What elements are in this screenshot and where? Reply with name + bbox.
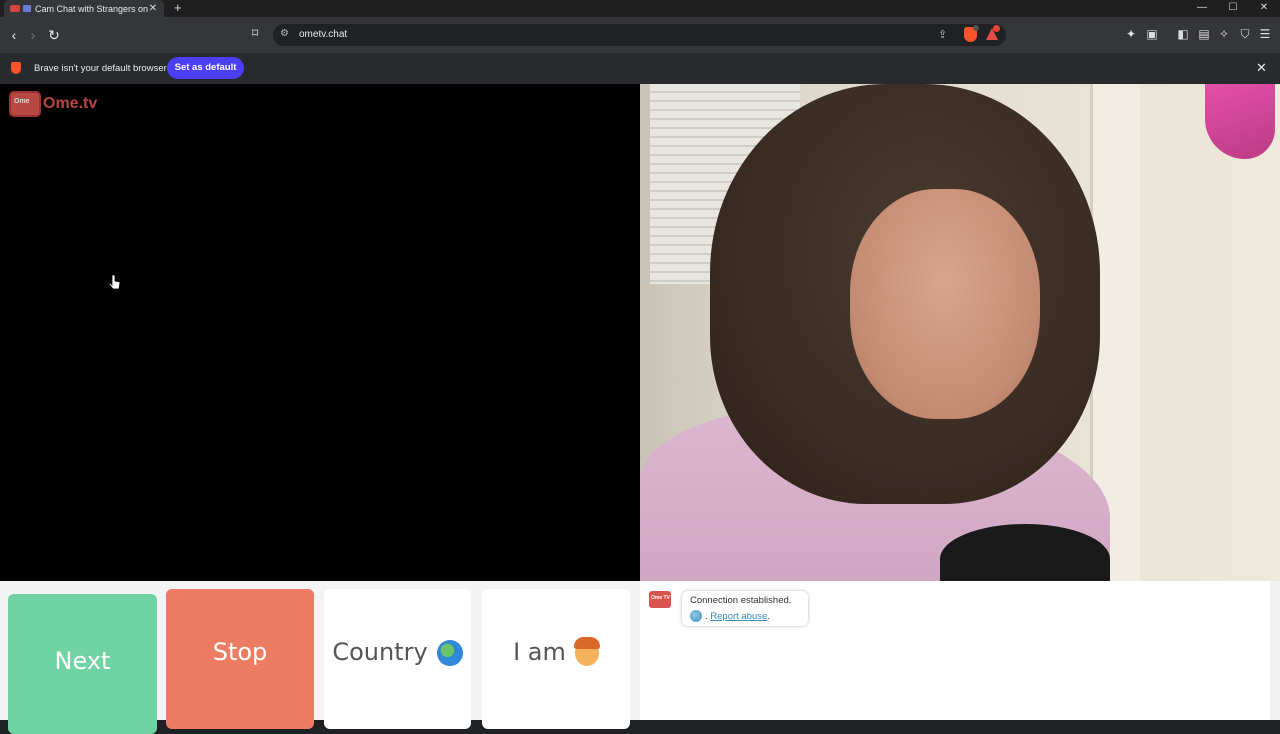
brave-lion-icon: [11, 62, 21, 74]
back-icon[interactable]: ‹: [5, 26, 23, 44]
tv-logo-text: Ome: [14, 98, 30, 105]
chat-icon-text: Ome TV: [651, 595, 670, 601]
shields-badge: [973, 25, 979, 31]
sidebar-icon[interactable]: ◧: [1175, 27, 1191, 41]
gender-label: I am: [513, 638, 566, 666]
url-text[interactable]: ometv.chat: [299, 29, 347, 40]
chat-controls: Next Stop Country I am: [0, 581, 640, 734]
extensions-icon[interactable]: ✦: [1123, 27, 1139, 41]
page-content: Ome Ome.tv Next Stop Country I am Ome TV…: [0, 84, 1280, 734]
reload-icon[interactable]: ↻: [45, 26, 63, 44]
ometv-logo[interactable]: Ome Ome.tv: [9, 91, 97, 117]
browser-toolbar: ‹ › ↻ ⌑ ⚙ ometv.chat ⇪ ✦ ▣ ◧ ▤ ✧ ⛉ ☰: [0, 17, 1280, 53]
country-label: Country: [332, 638, 428, 666]
set-as-default-button[interactable]: Set as default: [167, 57, 244, 79]
tab-title: Cam Chat with Strangers on O: [35, 3, 148, 14]
country-button[interactable]: Country: [324, 589, 471, 729]
ometv-chat-icon: Ome TV: [649, 591, 671, 608]
stop-button[interactable]: Stop: [166, 589, 314, 729]
maximize-button[interactable]: ☐: [1217, 0, 1249, 17]
address-bar[interactable]: ⚙ ometv.chat ⇪: [273, 24, 1006, 46]
tab-strip: Cam Chat with Strangers on O ✕ + — ☐ ✕: [0, 0, 1280, 17]
new-tab-button[interactable]: +: [174, 1, 182, 15]
local-video: Ome Ome.tv: [0, 84, 640, 581]
minimize-button[interactable]: —: [1186, 0, 1218, 17]
report-line: . Report abuse.: [705, 611, 770, 622]
tab-close-icon[interactable]: ✕: [148, 3, 158, 14]
person-face: [850, 189, 1040, 419]
ometv-favicon-icon: [10, 5, 20, 12]
close-window-button[interactable]: ✕: [1248, 0, 1280, 17]
remote-video: [640, 84, 1280, 581]
connection-message: Connection established.: [690, 595, 792, 606]
mouse-cursor-icon: [109, 274, 121, 290]
forward-icon[interactable]: ›: [24, 26, 42, 44]
chat-scrollbar[interactable]: [1270, 581, 1280, 720]
rewards-badge: [993, 25, 1000, 32]
tv-logo-icon: Ome: [9, 91, 41, 117]
default-browser-infobar: Brave isn't your default browser Set as …: [0, 53, 1280, 84]
logo-brand-text: Ome.tv: [43, 95, 98, 112]
bookmark-icon[interactable]: ⌑: [252, 26, 258, 40]
country-flag-icon: [690, 610, 702, 622]
infobar-close-icon[interactable]: ✕: [1256, 60, 1267, 76]
next-button[interactable]: Next: [8, 594, 157, 734]
gender-label-wrap: I am: [513, 637, 600, 666]
tab-search-icon[interactable]: ▣: [1144, 27, 1160, 41]
vpn-icon[interactable]: ⛉: [1237, 27, 1253, 42]
infobar-message: Brave isn't your default browser: [34, 63, 167, 74]
share-icon[interactable]: ⇪: [938, 28, 947, 41]
video-indicator-icon: [23, 5, 31, 12]
stop-label: Stop: [212, 638, 268, 666]
chat-panel: Ome TV Connection established. . Report …: [640, 581, 1280, 720]
menu-icon[interactable]: ☰: [1257, 27, 1273, 41]
browser-tab[interactable]: Cam Chat with Strangers on O ✕: [4, 0, 164, 17]
wallet-icon[interactable]: ▤: [1196, 27, 1212, 41]
person-emoji-icon: [573, 637, 600, 666]
next-label: Next: [54, 647, 111, 675]
country-label-wrap: Country: [332, 638, 463, 666]
globe-icon: [436, 640, 463, 666]
report-abuse-link[interactable]: Report abuse: [710, 611, 767, 622]
site-settings-icon[interactable]: ⚙: [280, 28, 289, 39]
gender-button[interactable]: I am: [482, 589, 630, 729]
report-suffix: .: [767, 611, 770, 622]
leo-icon[interactable]: ✧: [1216, 27, 1232, 41]
chat-message: Connection established. . Report abuse.: [682, 591, 808, 626]
